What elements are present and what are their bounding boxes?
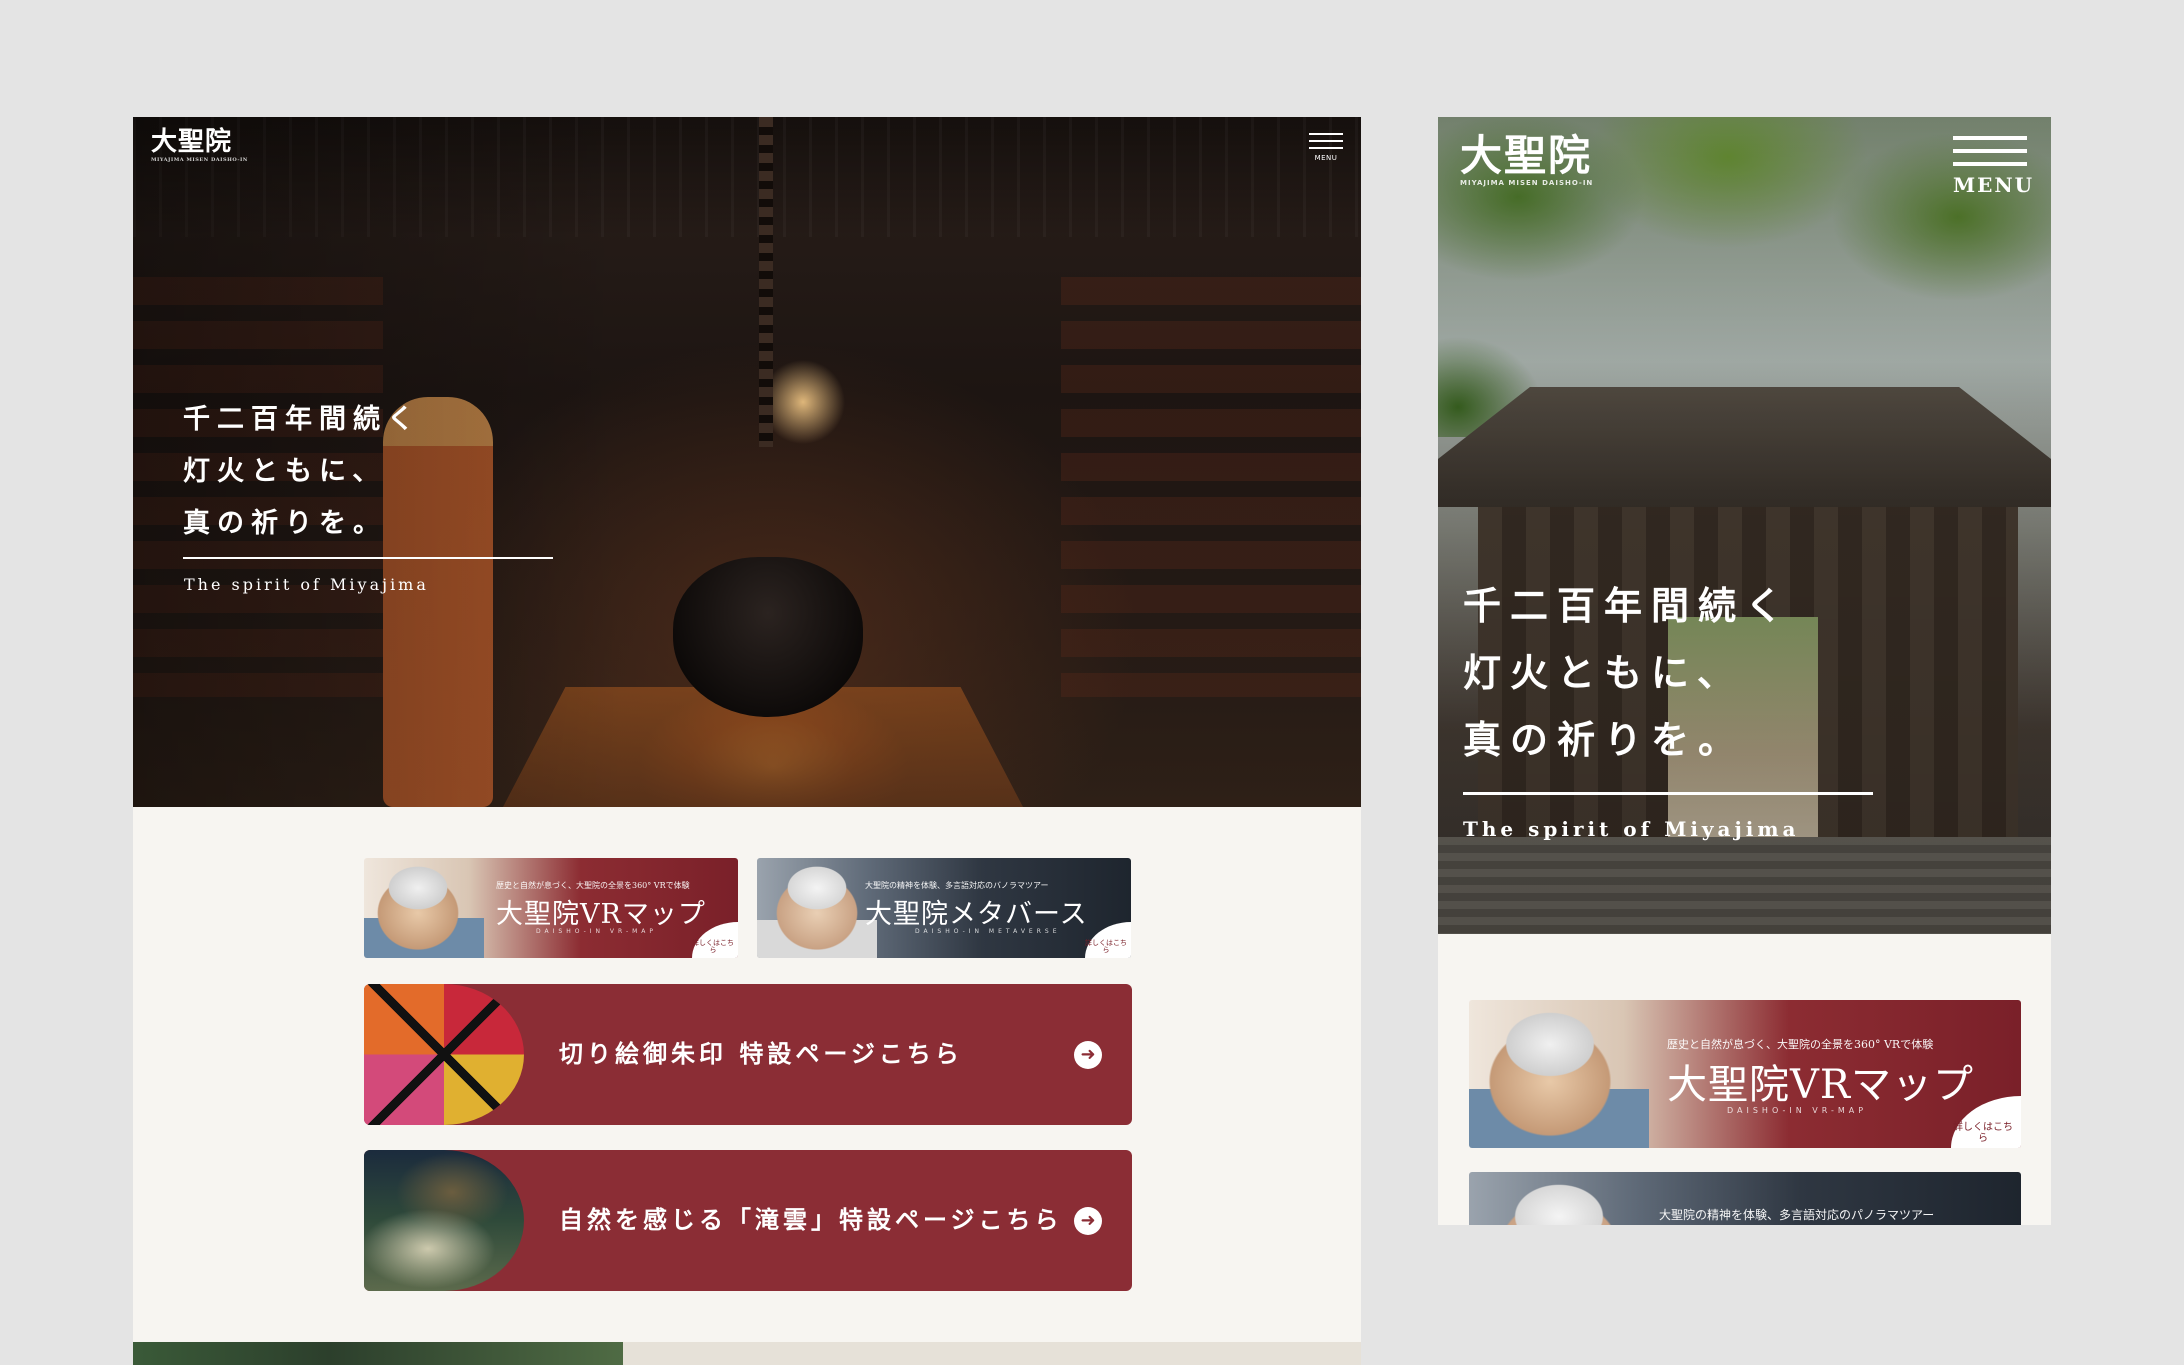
banner-tagline: 大聖院の精神を体験、多言語対応のバノラマツアー — [865, 881, 1049, 890]
section-photo — [133, 1342, 623, 1365]
cta-label: 切り絵御朱印 特設ページこちら — [559, 1040, 963, 1068]
banner-title: 大聖院VRマップ — [496, 899, 706, 930]
banner-title: 大聖院VRマップ — [1667, 1062, 1975, 1108]
hero-divider — [183, 557, 553, 559]
site-logo[interactable]: 大聖院 MIYAJIMA MISEN DAISHO-IN — [151, 127, 248, 163]
hero-image: 大聖院 MIYAJIMA MISEN DAISHO-IN MENU 千二百年間続… — [1438, 117, 2051, 934]
site-logo[interactable]: 大聖院 MIYAJIMA MISEN DAISHO-IN — [1460, 131, 1594, 188]
kirie-goshuin-image — [364, 984, 524, 1125]
desktop-mockup: 大聖院 MIYAJIMA MISEN DAISHO-IN MENU 千二百年間続… — [133, 117, 1361, 1365]
banner-tagline: 歴史と自然が息づく、大聖院の全景を360° VRで体験 — [496, 881, 690, 890]
logo-subtitle: MIYAJIMA MISEN DAISHO-IN — [151, 157, 248, 163]
logo-subtitle: MIYAJIMA MISEN DAISHO-IN — [1460, 179, 1594, 187]
vr-headset-man-image — [757, 858, 877, 958]
catch-line: 千二百年間続く — [1463, 583, 1793, 628]
banner-tagline: 大聖院の精神を体験、多言語対応のパノラマツアー — [1659, 1208, 1935, 1222]
banner-roman: DAISHO-IN METAVERSE — [915, 928, 1061, 935]
hero-image: 大聖院 MIYAJIMA MISEN DAISHO-IN MENU 千二百年間続… — [133, 117, 1361, 807]
metaverse-banner[interactable]: 大聖院の精神を体験、多言語対応のパノラマツアー — [1469, 1172, 2021, 1225]
logo-mark: 大聖院 — [1460, 131, 1593, 180]
catch-line: 千二百年間続く — [183, 404, 421, 435]
mobile-mockup: 大聖院 MIYAJIMA MISEN DAISHO-IN MENU 千二百年間続… — [1438, 117, 2051, 1225]
hamburger-icon — [1309, 133, 1343, 135]
menu-button[interactable]: MENU — [1953, 136, 2035, 197]
vr-map-banner[interactable]: 歴史と自然が息づく、大聖院の全景を360° VRで体験 大聖院VRマップ DAI… — [364, 858, 738, 958]
menu-label: MENU — [1953, 173, 2035, 197]
hero-catchcopy: 千二百年間続く 灯火ともに、 真の祈りを。 — [183, 394, 421, 550]
banner-roman: DAISHO-IN VR-MAP — [1727, 1106, 1868, 1115]
takigumo-cta[interactable]: 自然を感じる「滝雲」特設ページこちら ➜ — [364, 1150, 1132, 1291]
vr-headset-woman-image — [364, 858, 484, 958]
arrow-right-circle-icon: ➜ — [1074, 1207, 1102, 1235]
vr-headset-woman-image — [1469, 1000, 1649, 1148]
metaverse-banner[interactable]: 大聖院の精神を体験、多言語対応のバノラマツアー 大聖院メタバース DAISHO-… — [757, 858, 1131, 958]
menu-button[interactable]: MENU — [1309, 133, 1343, 169]
vr-headset-man-image — [1469, 1172, 1649, 1225]
vr-map-banner[interactable]: 歴史と自然が息づく、大聖院の全景を360° VRで体験 大聖院VRマップ DAI… — [1469, 1000, 2021, 1148]
banner-title: 大聖院メタバース — [865, 899, 1088, 930]
hamburger-icon — [1953, 136, 2027, 140]
menu-label: MENU — [1314, 154, 1338, 162]
arrow-right-circle-icon: ➜ — [1074, 1041, 1102, 1069]
takigumo-image — [364, 1150, 524, 1291]
cta-label: 自然を感じる「滝雲」特設ページこちら — [559, 1206, 1063, 1234]
hero-divider — [1463, 792, 1873, 795]
catch-line: 真の祈りを。 — [183, 508, 387, 539]
catch-line: 灯火ともに、 — [183, 456, 387, 487]
logo-mark: 大聖院 — [151, 127, 233, 157]
hero-catchcopy: 千二百年間続く 灯火ともに、 真の祈りを。 — [1463, 572, 1792, 773]
catch-line: 灯火ともに、 — [1463, 650, 1744, 695]
kirie-goshuin-cta[interactable]: 切り絵御朱印 特設ページこちら ➜ — [364, 984, 1132, 1125]
section-background — [623, 1342, 1361, 1365]
banner-roman: DAISHO-IN VR-MAP — [536, 928, 658, 935]
catch-line: 真の祈りを。 — [1463, 717, 1746, 762]
banner-more-badge: 詳しくはこちら — [1085, 922, 1131, 958]
hero-tagline: The spirit of Miyajima — [1463, 817, 1800, 841]
hero-tagline: The spirit of Miyajima — [184, 575, 429, 594]
banner-tagline: 歴史と自然が息づく、大聖院の全景を360° VRで体験 — [1667, 1038, 1934, 1051]
